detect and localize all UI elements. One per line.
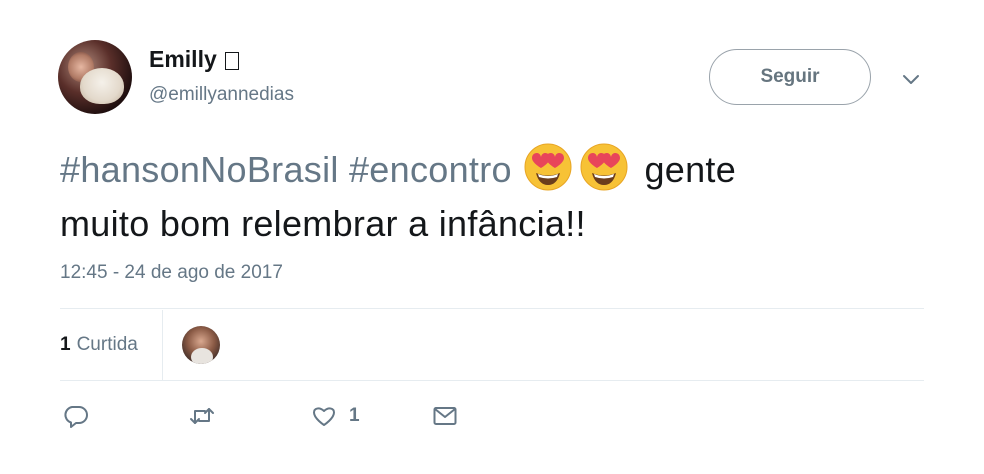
reply-button[interactable] xyxy=(63,398,89,434)
likes-label: Curtida xyxy=(76,334,138,355)
divider xyxy=(60,380,924,381)
like-count: 1 xyxy=(349,405,360,426)
retweet-icon xyxy=(190,408,214,424)
likes-count: 1 xyxy=(60,334,71,355)
tweet-stats: 1 Curtida xyxy=(60,310,924,380)
tweet-text-line2: muito bom relembrar a infância!! xyxy=(60,203,586,244)
heart-icon xyxy=(313,407,335,426)
follow-button[interactable]: Seguir xyxy=(709,49,871,105)
author-avatar[interactable] xyxy=(58,40,132,114)
reply-icon xyxy=(64,406,88,428)
envelope-icon xyxy=(433,407,457,425)
avatar-dog xyxy=(80,68,124,104)
tweet-text-segment: gente xyxy=(644,149,737,190)
hashtag-link[interactable]: #encontro xyxy=(349,149,512,190)
tweet-text: #hansonNoBrasil #encontro gente muito bo… xyxy=(60,140,920,251)
liker-avatar[interactable] xyxy=(182,326,220,364)
like-button[interactable]: 1 xyxy=(311,398,360,434)
author-handle[interactable]: @emillyannedias xyxy=(149,84,294,106)
retweet-button[interactable] xyxy=(189,398,215,434)
heart-eyes-emoji-icon xyxy=(580,143,628,191)
tweet-timestamp[interactable]: 12:45 - 24 de ago de 2017 xyxy=(60,262,283,284)
hashtag-link[interactable]: #hansonNoBrasil xyxy=(60,149,339,190)
author-name-row: Emilly xyxy=(149,46,239,73)
divider xyxy=(60,308,924,309)
chevron-down-icon[interactable] xyxy=(900,70,922,88)
stats-separator xyxy=(162,310,163,380)
direct-message-button[interactable] xyxy=(432,398,458,434)
author-display-name[interactable]: Emilly xyxy=(149,46,217,73)
tweet-card: Emilly @emillyannedias Seguir #hansonNoB… xyxy=(0,0,984,474)
tweet-actions: 1 xyxy=(60,398,458,434)
heart-eyes-emoji-icon xyxy=(524,143,572,191)
unsupported-glyph-icon xyxy=(224,51,239,70)
likes-stat[interactable]: 1 Curtida xyxy=(60,334,162,356)
